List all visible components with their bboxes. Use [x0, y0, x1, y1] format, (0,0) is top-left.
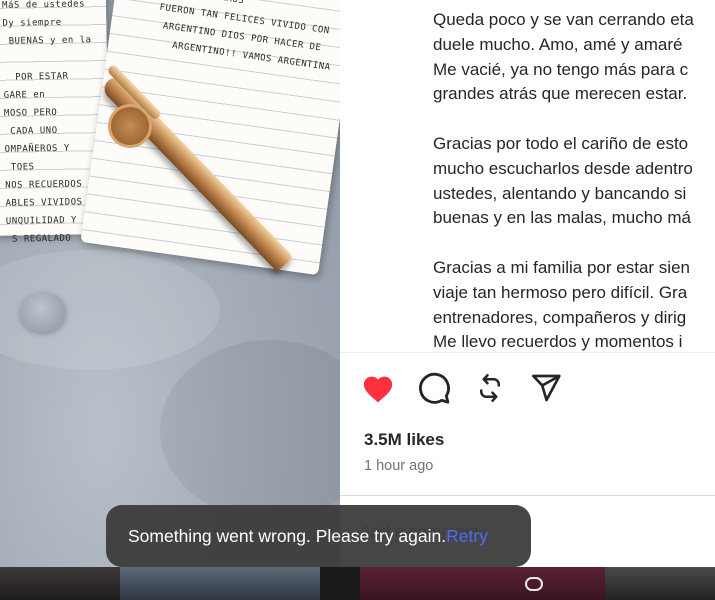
thumbnail[interactable] [120, 567, 320, 600]
likes-count[interactable]: 3.5M likes [364, 430, 444, 450]
cushion-button [20, 292, 66, 332]
caption-line: Gracias a mi familia por estar sien [433, 257, 690, 277]
thumbnail[interactable] [360, 567, 605, 600]
caption-line: Gracias por todo el cariño de esto [433, 133, 689, 153]
caption-line: viaje tan hermoso pero difícil. Gra [433, 282, 688, 302]
divider [340, 352, 715, 353]
post-details-panel: Queda poco y se van cerrando eta duele m… [340, 0, 715, 567]
caption-paragraph: Gracias a mi familia por estar sien viaj… [433, 256, 715, 355]
caption-line: entrenadores, compañeros y dirig [433, 307, 687, 327]
thumbnail[interactable] [320, 567, 360, 600]
toast-message: Something went wrong. Please try again. [128, 525, 447, 546]
repost-button[interactable] [472, 370, 508, 406]
pen-emblem [108, 104, 152, 148]
post-timestamp[interactable]: 1 hour ago [364, 458, 433, 474]
share-button[interactable] [528, 370, 564, 406]
thumbnail[interactable] [0, 567, 120, 600]
bottom-thumbnail-strip [0, 567, 715, 600]
caption-paragraph: Gracias por todo el cariño de esto mucho… [433, 132, 715, 231]
post-caption: Queda poco y se van cerrando eta duele m… [433, 8, 715, 380]
caption-line: grandes atrás que merecen estar. [433, 84, 688, 104]
repost-icon [480, 374, 500, 402]
caption-line: Me vacié, ya no tengo más para c [433, 59, 689, 79]
caption-paragraph: Queda poco y se van cerrando eta duele m… [433, 8, 715, 107]
like-button[interactable] [360, 370, 396, 406]
post-photo[interactable]: MáS de ustedes Dy siempre BUENAS y en la… [0, 0, 340, 567]
comment-button[interactable] [416, 370, 452, 406]
post-viewer: MáS de ustedes Dy siempre BUENAS y en la… [0, 0, 715, 600]
action-bar [360, 368, 564, 408]
caption-line: ustedes, alentando y bancando si [433, 183, 687, 203]
caption-line: Queda poco y se van cerrando eta [433, 10, 694, 29]
caption-line: duele mucho. Amo, amé y amaré [433, 34, 683, 54]
comment-bubble-icon [419, 372, 450, 404]
caption-line: buenas y en las malas, mucho má [433, 208, 691, 228]
cushion-shadow [160, 340, 340, 520]
error-toast: Something went wrong. Please try again. … [106, 505, 531, 567]
caption-line: mucho escucharlos desde adentro [433, 158, 693, 178]
retry-button[interactable]: Retry [446, 526, 488, 547]
thumbnail[interactable] [605, 567, 715, 600]
brand-logo [525, 577, 543, 591]
divider [340, 495, 715, 496]
send-icon [532, 374, 561, 402]
heart-filled-icon [363, 376, 393, 403]
